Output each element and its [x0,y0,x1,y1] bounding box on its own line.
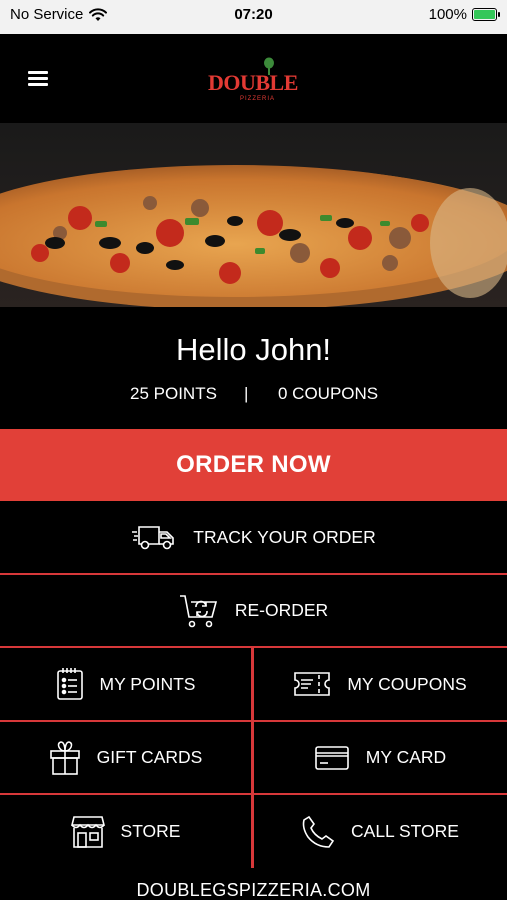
points-card-icon [56,668,83,700]
logo-graphic: DOUBLE G's PIZZERIA [208,57,335,102]
coupon-ticket-icon [294,672,331,696]
points-coupons-row: MY POINTS MY COUPONS [0,648,507,722]
credit-card-icon [314,745,349,770]
my-points-label: MY POINTS [99,673,196,694]
logo-subtitle: PIZZERIA [240,96,275,102]
gift-cards-button[interactable]: GIFT CARDS [0,722,251,793]
call-store-button[interactable]: CALL STORE [253,795,507,868]
cart-refresh-icon [179,594,217,627]
gift-cards-label: GIFT CARDS [96,747,203,767]
logo: DOUBLE G's PIZZERIA [0,56,507,102]
order-now-button[interactable]: ORDER NOW [0,429,507,501]
storefront-icon [70,815,105,848]
delivery-truck-icon [132,526,175,550]
store-row: STORE CALL STORE [0,795,507,868]
greeting: Hello John! [175,332,332,367]
my-coupons-label: MY COUPONS [347,673,467,694]
logo-wordmark: DOUBLE G's [208,70,301,95]
battery-percent: 100% [428,6,467,23]
status-bar: No Service 07:20 100% [0,0,507,34]
website-link[interactable]: DOUBLEGSPIZZERIA.COM [0,880,507,900]
giftcards-mycard-row: GIFT CARDS MY CARD [0,722,507,795]
my-card-label: MY CARD [365,747,447,767]
call-store-label: CALL STORE [351,821,459,841]
rewards-summary: 25 POINTS | 0 COUPONS [0,384,507,406]
track-order-row: TRACK YOUR ORDER [0,501,507,575]
track-order-label: TRACK YOUR ORDER [193,526,376,547]
reorder-button[interactable]: RE-ORDER [0,575,507,646]
points-count[interactable]: 25 POINTS [130,384,217,404]
phone-icon [302,815,335,848]
battery-group: 100% [428,6,500,23]
coupons-count[interactable]: 0 COUPONS [278,384,378,404]
reorder-label: RE-ORDER [234,600,329,620]
my-coupons-button[interactable]: MY COUPONS [253,648,507,720]
store-label: STORE [120,821,181,841]
hero-pizza-image [0,123,507,307]
track-order-button[interactable]: TRACK YOUR ORDER [0,501,507,573]
app-header: DOUBLE G's PIZZERIA [0,34,507,123]
reorder-row: RE-ORDER [0,575,507,648]
stats-separator: | [244,384,249,403]
my-card-button[interactable]: MY CARD [253,722,507,793]
store-button[interactable]: STORE [0,795,251,868]
battery-icon [472,8,500,21]
gift-box-icon [49,740,80,775]
my-points-button[interactable]: MY POINTS [0,648,251,720]
